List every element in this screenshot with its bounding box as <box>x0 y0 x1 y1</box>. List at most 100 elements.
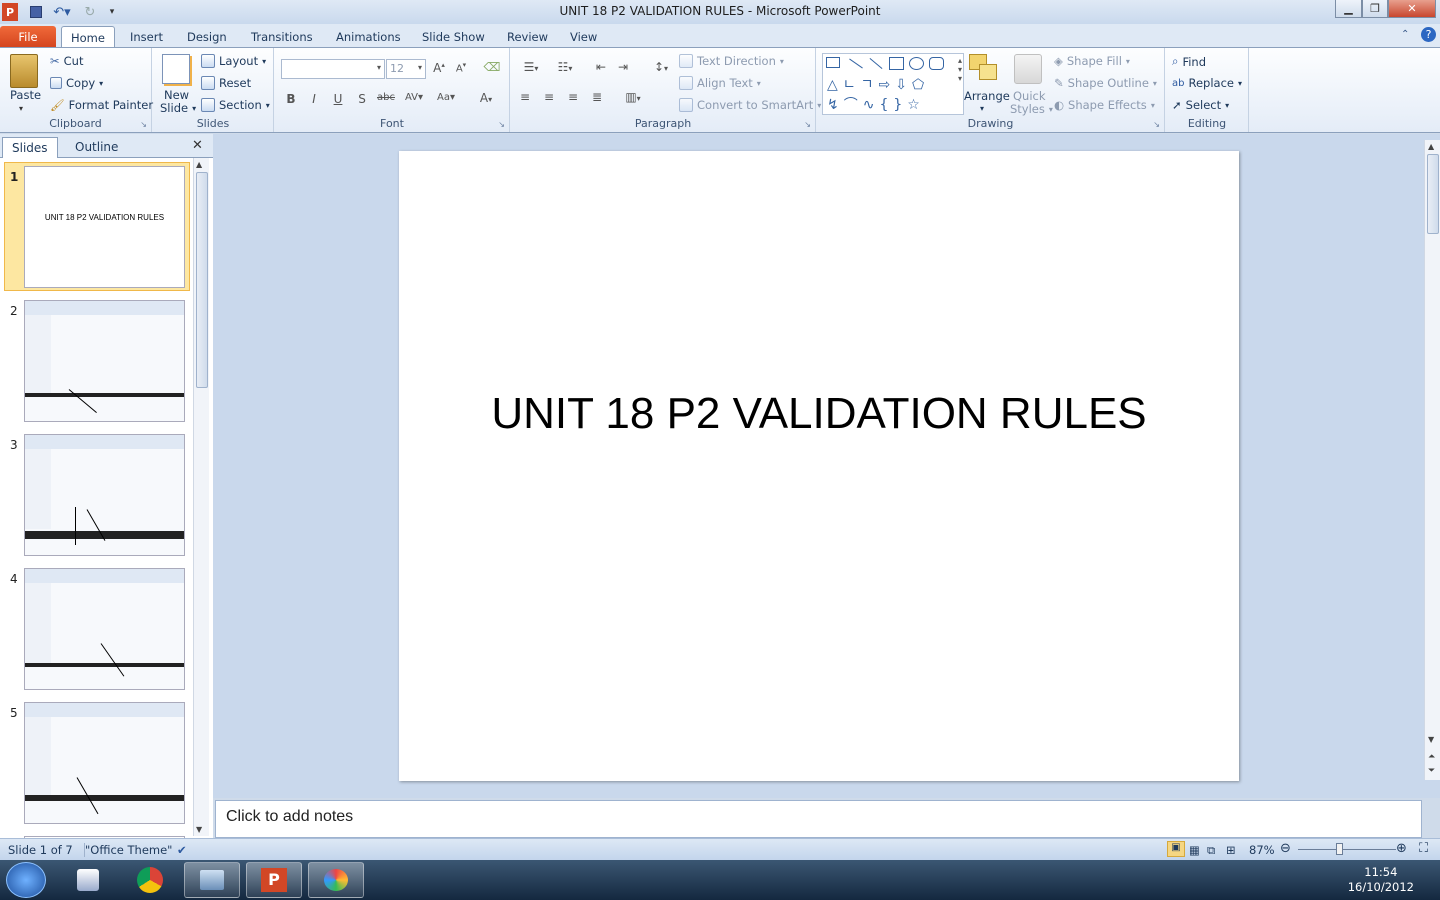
shape-outline-button[interactable]: ✎ Shape Outline ▾ <box>1054 76 1157 90</box>
underline-icon[interactable]: U <box>328 92 348 106</box>
tab-insert[interactable]: Insert <box>121 26 172 48</box>
layout-button[interactable]: Layout ▾ <box>201 54 266 68</box>
tab-home[interactable]: Home <box>61 26 115 48</box>
slide-thumbnail-3[interactable] <box>24 434 185 556</box>
explorer-icon[interactable] <box>184 862 240 898</box>
clipboard-launcher-icon[interactable]: ↘ <box>140 120 147 129</box>
close-button[interactable]: ✕ <box>1388 0 1436 18</box>
help-icon[interactable]: ? <box>1421 27 1436 42</box>
slide-thumbnail-4[interactable] <box>24 568 185 690</box>
paint-icon[interactable] <box>308 862 364 898</box>
font-color-icon[interactable]: A▾ <box>473 91 499 105</box>
new-slide-label-1[interactable]: New <box>164 88 189 102</box>
theme-name[interactable]: "Office Theme" <box>84 843 172 857</box>
start-button-icon[interactable] <box>6 862 46 898</box>
close-pane-icon[interactable]: ✕ <box>192 138 203 153</box>
arrow-line-shape-icon[interactable] <box>869 57 883 70</box>
oval-shape-icon[interactable] <box>909 57 924 70</box>
shapes-row-2-icons[interactable]: △ㄴㄱ⇨⇩⬠ <box>827 74 929 94</box>
shapes-row-3-icons[interactable]: ↯⌒∿{}☆ <box>827 94 925 114</box>
scroll-thumb[interactable] <box>196 172 208 388</box>
tab-slide-show[interactable]: Slide Show <box>413 26 494 48</box>
increase-indent-icon[interactable]: ⇥ <box>613 60 633 74</box>
tab-slides[interactable]: Slides <box>2 137 58 158</box>
quick-styles-icon[interactable] <box>1014 54 1042 84</box>
bold-icon[interactable]: B <box>281 92 301 106</box>
fit-to-window-icon[interactable]: ⛶ <box>1419 841 1428 856</box>
arrange-dropdown-icon[interactable]: ▾ <box>980 104 984 113</box>
gallery-scroll-icon[interactable]: ▴ ▾ ▾ <box>958 56 962 83</box>
text-direction-button[interactable]: Text Direction ▾ <box>679 54 784 68</box>
powerpoint-taskbar-icon[interactable]: P <box>246 862 302 898</box>
next-slide-icon[interactable]: ⏷ <box>1428 766 1435 776</box>
scroll-down-icon[interactable]: ▼ <box>1428 735 1434 744</box>
maximize-button[interactable]: ❐ <box>1362 0 1388 18</box>
clear-formatting-icon[interactable]: ⌫ <box>482 60 502 74</box>
convert-smartart-button[interactable]: Convert to SmartArt ▾ <box>679 98 821 112</box>
new-slide-icon[interactable] <box>162 54 190 84</box>
shape-fill-button[interactable]: ◈ Shape Fill ▾ <box>1054 54 1130 68</box>
minimize-ribbon-icon[interactable]: ⌃ <box>1401 29 1409 40</box>
rounded-rectangle-shape-icon[interactable] <box>929 57 944 70</box>
reset-button[interactable]: Reset <box>201 76 251 90</box>
paste-dropdown-icon[interactable]: ▾ <box>19 104 23 113</box>
media-player-icon[interactable] <box>60 862 116 898</box>
zoom-level[interactable]: 87% <box>1249 843 1275 857</box>
align-text-button[interactable]: Align Text ▾ <box>679 76 761 90</box>
slide-title[interactable]: UNIT 18 P2 VALIDATION RULES <box>399 389 1239 439</box>
scroll-up-icon[interactable]: ▲ <box>196 160 202 169</box>
tab-file[interactable]: File <box>0 26 56 48</box>
zoom-slider-track[interactable] <box>1298 849 1396 850</box>
font-size-combo[interactable]: 12 ▾ <box>386 59 426 79</box>
new-slide-button[interactable]: Slide ▾ <box>160 101 196 115</box>
shrink-font-icon[interactable]: A▾ <box>451 61 471 74</box>
align-right-icon[interactable]: ≡ <box>563 90 583 104</box>
change-case-icon[interactable]: Aa▾ <box>432 92 460 103</box>
quick-styles-button[interactable]: Styles ▾ <box>1010 102 1053 116</box>
grow-font-icon[interactable]: A▴ <box>429 61 449 75</box>
arrange-button[interactable]: Arrange <box>964 89 1010 103</box>
drawing-launcher-icon[interactable]: ↘ <box>1153 120 1160 129</box>
tab-design[interactable]: Design <box>178 26 236 48</box>
shapes-gallery[interactable]: △ㄴㄱ⇨⇩⬠ ↯⌒∿{}☆ ▴ ▾ ▾ <box>822 53 964 115</box>
notes-pane[interactable]: Click to add notes <box>215 800 1422 838</box>
format-painter-button[interactable]: 🖌 Format Painter <box>50 98 153 112</box>
slide-thumbnail-5[interactable] <box>24 702 185 824</box>
notes-placeholder[interactable]: Click to add notes <box>226 808 353 826</box>
minimize-button[interactable]: ▁ <box>1335 0 1362 18</box>
slide-show-icon[interactable]: ⊞ <box>1226 843 1236 857</box>
slide-scrollbar[interactable]: ▲ ▼ ⏶ ⏷ <box>1424 140 1440 780</box>
paste-button[interactable]: Paste <box>10 88 41 102</box>
slide-thumbnail-1[interactable]: UNIT 18 P2 VALIDATION RULES <box>24 166 185 288</box>
textbox-shape-icon[interactable] <box>826 57 840 68</box>
bullets-icon[interactable]: ☰▾ <box>517 60 545 74</box>
chrome-icon[interactable] <box>122 862 178 898</box>
normal-view-icon[interactable]: ▣ <box>1167 841 1185 857</box>
copy-button[interactable]: Copy ▾ <box>50 76 103 90</box>
tab-transitions[interactable]: Transitions <box>242 26 322 48</box>
previous-slide-icon[interactable]: ⏶ <box>1428 752 1435 762</box>
thumbnails-scrollbar[interactable]: ▲ ▼ <box>193 158 209 836</box>
system-clock[interactable]: 11:54 16/10/2012 <box>1348 865 1414 895</box>
scroll-up-icon[interactable]: ▲ <box>1428 142 1434 151</box>
strikethrough-icon[interactable]: abc <box>376 92 396 103</box>
replace-button[interactable]: ab Replace ▾ <box>1172 76 1242 90</box>
select-button[interactable]: ➚ Select ▾ <box>1172 98 1229 112</box>
numbering-icon[interactable]: ☷▾ <box>551 60 579 74</box>
zoom-out-icon[interactable]: ⊖ <box>1280 841 1291 856</box>
slide-sorter-icon[interactable]: ▦ <box>1189 843 1200 857</box>
find-button[interactable]: ⌕ Find <box>1172 54 1206 69</box>
tab-outline[interactable]: Outline <box>66 137 127 158</box>
font-name-combo[interactable]: ▾ <box>281 59 385 79</box>
italic-icon[interactable]: I <box>304 92 324 106</box>
scroll-thumb[interactable] <box>1427 154 1439 234</box>
tab-animations[interactable]: Animations <box>327 26 410 48</box>
text-shadow-icon[interactable]: S <box>352 92 372 106</box>
character-spacing-icon[interactable]: AV▾ <box>400 92 428 103</box>
align-left-icon[interactable]: ≡ <box>515 90 535 104</box>
zoom-in-icon[interactable]: ⊕ <box>1396 841 1407 856</box>
decrease-indent-icon[interactable]: ⇤ <box>591 60 611 74</box>
section-button[interactable]: Section ▾ <box>201 98 270 112</box>
columns-icon[interactable]: ▥▾ <box>619 90 647 104</box>
line-shape-icon[interactable] <box>849 58 863 69</box>
